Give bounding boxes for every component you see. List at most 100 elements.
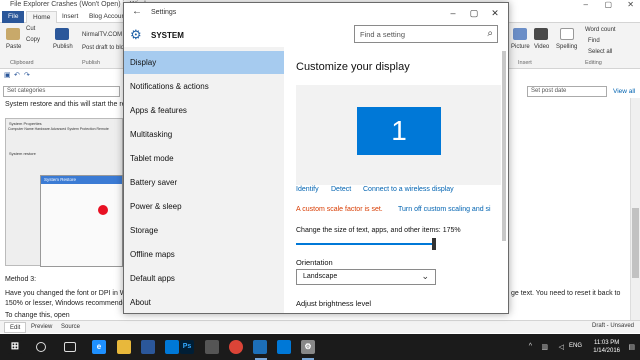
maximize-icon[interactable]: ▢ xyxy=(604,0,612,9)
notification-icon[interactable]: ▤ xyxy=(628,343,635,351)
draft-status: Draft - Unsaved xyxy=(591,323,634,329)
close-icon[interactable]: ✕ xyxy=(486,6,504,20)
undo-icon[interactable]: ↶ xyxy=(14,71,20,79)
app-icon[interactable] xyxy=(165,340,179,354)
group-insert: Insert xyxy=(518,60,532,66)
blog-selector[interactable]: NirmalTV.COM xyxy=(82,32,122,38)
tab-file[interactable]: File xyxy=(2,11,25,23)
settings-window: ← Settings – ▢ ✕ ⚙ SYSTEM Find a setting… xyxy=(123,2,509,314)
wireless-display-link[interactable]: Connect to a wireless display xyxy=(363,186,454,193)
clock[interactable]: 11:03 PM 1/14/2016 xyxy=(593,339,620,355)
brightness-label: Adjust brightness level xyxy=(296,299,372,308)
tab-source[interactable]: Source xyxy=(56,322,85,333)
view-tab-bar: Edit Preview Source Draft - Unsaved xyxy=(0,320,640,333)
select-all-button[interactable]: Select all xyxy=(588,49,612,55)
spelling-icon[interactable] xyxy=(560,28,574,40)
clock-time: 11:03 PM xyxy=(594,340,620,346)
scale-slider-track[interactable] xyxy=(296,243,434,245)
nav-item-notifications[interactable]: Notifications & actions xyxy=(124,75,284,98)
nav-item-apps-features[interactable]: Apps & features xyxy=(124,99,284,122)
back-arrow-icon[interactable]: ← xyxy=(132,6,142,17)
chrome-icon[interactable] xyxy=(229,340,243,354)
search-input[interactable]: Find a setting ⌕ xyxy=(354,25,498,43)
search-icon[interactable] xyxy=(36,342,46,352)
body-line: To change this, open xyxy=(5,312,70,319)
paste-button[interactable]: Paste xyxy=(6,44,21,50)
nav-item-multitasking[interactable]: Multitasking xyxy=(124,123,284,146)
scale-label: Change the size of text, apps, and other… xyxy=(296,227,461,234)
nav-item-offline-maps[interactable]: Offline maps xyxy=(124,243,284,266)
save-icon[interactable]: ▣ xyxy=(4,71,11,79)
edge-icon[interactable]: e xyxy=(92,340,106,354)
identify-link[interactable]: Identify xyxy=(296,186,319,193)
picture-icon[interactable] xyxy=(513,28,527,40)
redo-icon[interactable]: ↷ xyxy=(24,71,30,79)
publish-icon[interactable] xyxy=(55,28,69,40)
task-view-icon[interactable] xyxy=(64,342,76,352)
tab-preview[interactable]: Preview xyxy=(26,322,57,333)
custom-scale-warning: A custom scale factor is set. xyxy=(296,206,383,213)
picture-button[interactable]: Picture xyxy=(511,44,530,50)
monitor-tile[interactable]: 1 xyxy=(357,107,441,155)
volume-icon[interactable]: ◁ xyxy=(559,343,564,351)
display-arrangement: 1 xyxy=(296,85,501,185)
cut-button[interactable]: Cut xyxy=(26,26,35,32)
post-draft-button[interactable]: Post draft to blo xyxy=(82,45,124,51)
word-count-button[interactable]: Word count xyxy=(585,27,616,33)
nav-item-about[interactable]: About xyxy=(124,291,284,313)
video-button[interactable]: Video xyxy=(534,44,549,50)
nav-item-power-sleep[interactable]: Power & sleep xyxy=(124,195,284,218)
copy-button[interactable]: Copy xyxy=(26,37,40,43)
minimize-icon[interactable]: – xyxy=(584,0,588,9)
live-writer-icon[interactable] xyxy=(253,340,267,354)
settings-window-title: Settings xyxy=(151,9,177,16)
detect-link[interactable]: Detect xyxy=(331,186,351,193)
body-line: ge text. You need to reset it back to xyxy=(511,290,621,297)
language-indicator[interactable]: ENG xyxy=(569,343,582,349)
scrollbar-thumb[interactable] xyxy=(632,208,639,278)
turn-off-scaling-link[interactable]: Turn off custom scaling and si xyxy=(398,206,491,213)
chevron-up-icon[interactable]: ^ xyxy=(529,343,532,350)
paste-icon[interactable] xyxy=(6,28,20,40)
nav-item-default-apps[interactable]: Default apps xyxy=(124,267,284,290)
windows-start-icon[interactable]: ⊞ xyxy=(8,340,22,354)
chevron-down-icon: ⌄ xyxy=(421,271,429,281)
scale-slider-thumb[interactable] xyxy=(432,238,436,250)
close-icon[interactable]: ✕ xyxy=(627,0,634,9)
body-line: Method 3: xyxy=(5,276,37,283)
app-icon[interactable] xyxy=(277,340,291,354)
group-clipboard: Clipboard xyxy=(10,60,34,66)
category-input[interactable]: Set categories xyxy=(3,86,120,97)
orientation-select[interactable]: Landscape ⌄ xyxy=(296,269,436,285)
nav-item-tablet-mode[interactable]: Tablet mode xyxy=(124,147,284,170)
search-icon[interactable]: ⌕ xyxy=(487,28,493,39)
settings-main: Customize your display 1 Identify Detect… xyxy=(284,47,508,313)
page-title: SYSTEM xyxy=(151,31,184,40)
settings-nav: Display Notifications & actions Apps & f… xyxy=(124,47,284,313)
screenshot-restore: System restore xyxy=(9,151,36,156)
nav-item-storage[interactable]: Storage xyxy=(124,219,284,242)
publish-button[interactable]: Publish xyxy=(53,44,73,50)
video-icon[interactable] xyxy=(534,28,548,40)
view-all-link[interactable]: View all xyxy=(613,88,635,95)
taskbar: ⊞ e Ps ⚙ ^ ▥ ◁ ENG 11:03 PM 1/14/2016 ▤ xyxy=(0,334,640,360)
find-button[interactable]: Find xyxy=(588,38,600,44)
post-date-input[interactable]: Set post date xyxy=(527,86,607,97)
settings-taskbar-icon[interactable]: ⚙ xyxy=(301,340,315,354)
file-explorer-icon[interactable] xyxy=(117,340,131,354)
spelling-button[interactable]: Spelling xyxy=(556,44,577,50)
maximize-icon[interactable]: ▢ xyxy=(465,6,483,20)
nav-item-battery-saver[interactable]: Battery saver xyxy=(124,171,284,194)
store-icon[interactable] xyxy=(141,340,155,354)
tab-insert[interactable]: Insert xyxy=(56,11,84,23)
photoshop-icon[interactable]: Ps xyxy=(180,340,194,354)
tab-edit[interactable]: Edit xyxy=(4,322,27,333)
app-icon[interactable] xyxy=(205,340,219,354)
editor-scrollbar[interactable] xyxy=(630,98,640,320)
network-icon[interactable]: ▥ xyxy=(541,343,548,351)
minimize-icon[interactable]: – xyxy=(444,6,462,20)
nav-item-display[interactable]: Display xyxy=(124,51,284,74)
tab-home[interactable]: Home xyxy=(26,11,58,23)
settings-scrollbar[interactable] xyxy=(502,51,506,241)
body-line: Have you changed the font or DPI in W xyxy=(5,290,127,297)
